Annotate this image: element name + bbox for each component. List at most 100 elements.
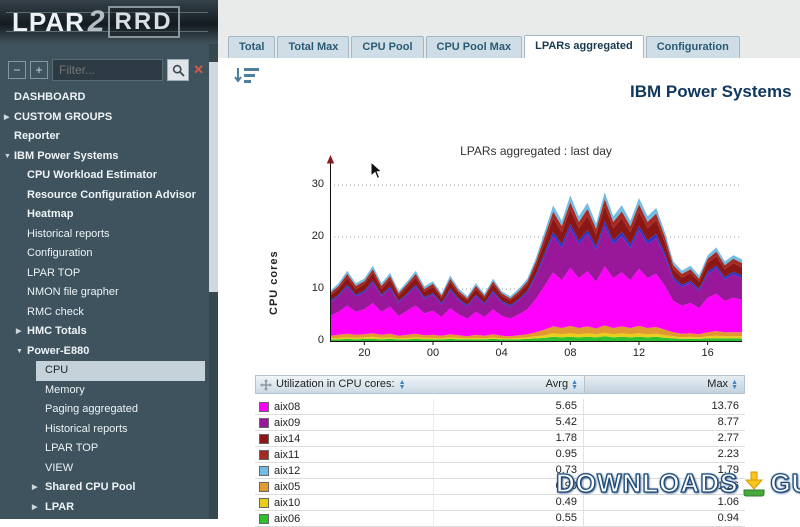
sidebar-item-historical-reports[interactable]: Historical reports: [0, 225, 218, 245]
sidebar-item-power-e880[interactable]: ▼ Power-E880: [0, 342, 218, 362]
sidebar-item-dashboard[interactable]: DASHBOARD: [0, 88, 218, 108]
tab-total[interactable]: Total: [228, 36, 275, 58]
sidebar-item-memory[interactable]: Memory: [0, 381, 218, 401]
sidebar-item-lpar-top[interactable]: LPAR TOP: [0, 439, 218, 459]
table-header-avrg-label[interactable]: Avrg: [546, 376, 568, 393]
chevron-right-icon[interactable]: ▶: [32, 498, 37, 518]
tab-cpu-pool-max[interactable]: CPU Pool Max: [426, 36, 523, 58]
sidebar-item-label: RMC check: [27, 306, 84, 318]
sidebar-item-label: CPU: [45, 364, 68, 376]
sidebar-item-configuration[interactable]: Configuration: [0, 244, 218, 264]
sidebar-item-custom-groups[interactable]: ▶ CUSTOM GROUPS: [0, 108, 218, 128]
x-tick-label: 08: [558, 347, 582, 359]
sidebar-item-nmon-file-grapher[interactable]: NMON file grapher: [0, 283, 218, 303]
sidebar-item-resource-configuration-advisor[interactable]: Resource Configuration Advisor: [0, 186, 218, 206]
table-header: Utilization in CPU cores: ▲▼ Avrg ▲▼ Max…: [255, 375, 745, 394]
tab-total-max[interactable]: Total Max: [277, 36, 349, 58]
sidebar-item-label: Configuration: [27, 247, 92, 259]
move-table-icon[interactable]: [260, 379, 272, 391]
lpar-name[interactable]: aix09: [274, 416, 300, 430]
download-icon: [741, 471, 767, 497]
search-button[interactable]: [167, 59, 189, 81]
table-row[interactable]: aix085.6513.76: [255, 399, 745, 415]
sidebar-scrollbar[interactable]: [209, 44, 218, 519]
collapse-all-button[interactable]: −: [8, 61, 26, 79]
table-row[interactable]: aix09 5.428.77: [255, 415, 745, 431]
table-header-max-label[interactable]: Max: [707, 376, 728, 393]
sidebar-item-hmc-totals[interactable]: ▶ HMC Totals: [0, 322, 218, 342]
sidebar-item-paging-aggregated[interactable]: Paging aggregated: [0, 400, 218, 420]
lpar-name[interactable]: aix11: [274, 448, 299, 462]
logo-text-lpar: LPAR: [12, 7, 85, 38]
lpar-name[interactable]: aix08: [274, 400, 300, 414]
logo-text-2: 2: [88, 5, 105, 39]
max-value: 13.76: [583, 399, 745, 414]
lpar-name[interactable]: aix12: [274, 464, 300, 478]
utilization-table: Utilization in CPU cores: ▲▼ Avrg ▲▼ Max…: [255, 375, 745, 527]
table-row[interactable]: aix110.952.23: [255, 447, 745, 463]
watermark-text-right: GURU: [770, 468, 800, 499]
sidebar-item-label: Heatmap: [27, 208, 73, 220]
table-row[interactable]: aix060.550.94: [255, 511, 745, 527]
expand-all-button[interactable]: +: [30, 61, 48, 79]
sidebar-item-rmc-check[interactable]: RMC check: [0, 303, 218, 323]
sidebar-item-label: LPAR: [45, 501, 74, 513]
chevron-down-icon[interactable]: ▼: [16, 342, 23, 362]
sidebar-item-lpar-top[interactable]: LPAR TOP: [0, 264, 218, 284]
sidebar-item-view[interactable]: VIEW: [0, 459, 218, 479]
sidebar-item-label: Power-E880: [27, 345, 89, 357]
sidebar-item-label: Shared CPU Pool: [45, 481, 135, 493]
main-content: IBM Power Systems LPARs aggregated : las…: [218, 58, 800, 519]
chevron-right-icon[interactable]: ▶: [16, 322, 21, 342]
y-tick-label: 20: [298, 230, 324, 242]
series-color-swatch: [259, 450, 269, 460]
toggle-menu-icon[interactable]: [234, 66, 260, 88]
table-row[interactable]: aix141.782.77: [255, 431, 745, 447]
max-value: 8.77: [583, 415, 745, 430]
logo-text-rrd: RRD: [108, 6, 180, 38]
watermark-text-left: DOWNLOADS: [556, 468, 738, 499]
sidebar-item-heatmap[interactable]: Heatmap: [0, 205, 218, 225]
sidebar-item-reporter[interactable]: Reporter: [0, 127, 218, 147]
table-header-utilization-label: Utilization in CPU cores:: [276, 376, 395, 393]
sidebar-item-cpu[interactable]: CPU: [36, 361, 205, 381]
sidebar-item-historical-reports[interactable]: Historical reports: [0, 420, 218, 440]
sidebar: − + ✕ DASHBOARD▶CUSTOM GROUPSReporter▼IB…: [0, 44, 218, 519]
max-value: 2.23: [583, 447, 745, 462]
filter-input[interactable]: [52, 59, 163, 81]
sidebar-item-lpar[interactable]: ▶ LPAR: [0, 498, 218, 518]
sort-avrg-icon[interactable]: ▲▼: [571, 380, 578, 390]
lpar-name[interactable]: aix05: [274, 480, 300, 494]
scrollbar-thumb[interactable]: [209, 62, 218, 292]
sidebar-item-label: CUSTOM GROUPS: [14, 111, 112, 123]
sidebar-item-label: IBM Power Systems: [14, 150, 119, 162]
x-tick-label: 04: [490, 347, 514, 359]
sidebar-item-ibm-power-systems[interactable]: ▼IBM Power Systems: [0, 147, 218, 167]
chevron-right-icon[interactable]: ▶: [32, 478, 37, 498]
sidebar-item-label: NMON file grapher: [27, 286, 119, 298]
sidebar-item-cpu-workload-estimator[interactable]: CPU Workload Estimator: [0, 166, 218, 186]
avrg-value: 1.78: [433, 431, 583, 446]
chevron-right-icon[interactable]: ▶: [4, 108, 9, 128]
sidebar-menu: DASHBOARD▶CUSTOM GROUPSReporter▼IBM Powe…: [0, 88, 218, 517]
sidebar-item-shared-cpu-pool[interactable]: ▶ Shared CPU Pool: [0, 478, 218, 498]
sort-max-icon[interactable]: ▲▼: [731, 380, 738, 390]
y-tick-label: 30: [298, 178, 324, 190]
tab-bar: TotalTotal MaxCPU PoolCPU Pool MaxLPARs …: [228, 35, 800, 58]
lpar-name[interactable]: aix10: [274, 496, 300, 510]
stacked-area-plot: [330, 155, 742, 345]
clear-filter-icon[interactable]: ✕: [193, 62, 204, 78]
tab-lpars-aggregated[interactable]: LPARs aggregated: [524, 35, 644, 58]
sidebar-item-label: HMC Totals: [27, 325, 87, 337]
chevron-down-icon[interactable]: ▼: [4, 147, 11, 167]
tab-configuration[interactable]: Configuration: [646, 36, 740, 58]
sidebar-item-label: Paging aggregated: [45, 403, 138, 415]
sidebar-item-label: LPAR TOP: [45, 442, 98, 454]
avrg-value: 5.42: [433, 415, 583, 430]
sidebar-item-label: CPU Workload Estimator: [27, 169, 157, 181]
app-logo[interactable]: LPAR 2 RRD: [0, 0, 218, 44]
tab-cpu-pool[interactable]: CPU Pool: [351, 36, 423, 58]
lpar-name[interactable]: aix14: [274, 432, 300, 446]
mouse-cursor-icon: [370, 161, 384, 181]
sort-name-icon[interactable]: ▲▼: [399, 380, 406, 390]
